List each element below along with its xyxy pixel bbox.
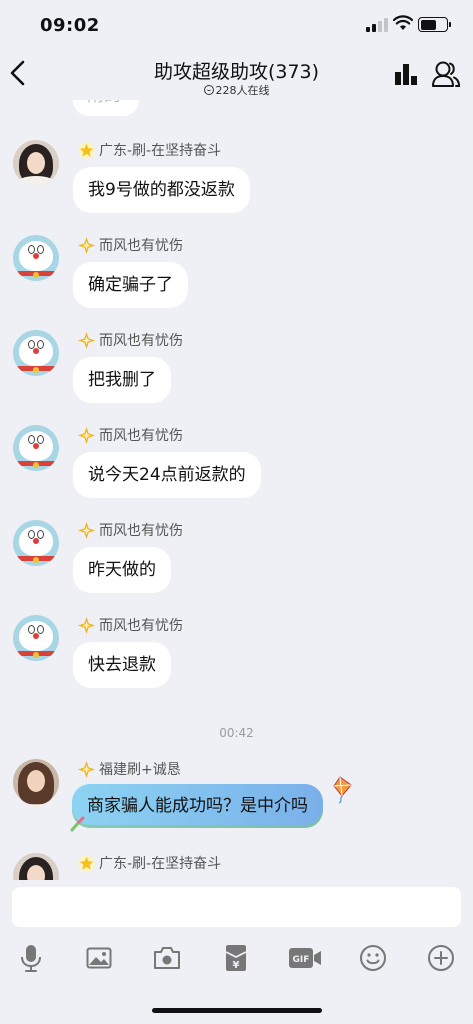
status-time: 09:02 xyxy=(40,15,100,36)
yen-label: ¥ xyxy=(233,960,240,971)
sender-name: 广东-刷-在坚持奋斗 xyxy=(99,143,222,159)
gif-icon[interactable]: GIF xyxy=(286,940,324,976)
girl-avatar[interactable] xyxy=(13,853,59,880)
message-item: 广东-刷-在坚持奋斗 我9号做的都没返款 xyxy=(0,140,473,230)
group-members-icon[interactable] xyxy=(431,60,461,88)
sparkle-badge-icon xyxy=(78,426,95,444)
message-item: 而风也有忧伤 说今天24点前返款的 xyxy=(0,425,473,515)
sender-line: 广东-刷-在坚持奋斗 xyxy=(78,853,221,873)
message-item: 福建刷+诚恳 商家骗人能成功吗？是中介吗 xyxy=(0,759,473,849)
sparkle-badge-icon xyxy=(78,331,95,349)
plus-icon[interactable] xyxy=(423,940,459,976)
sparkle-badge-icon xyxy=(78,236,95,254)
input-toolbar: ¥ GIF xyxy=(0,940,473,976)
sender-name: 而风也有忧伤 xyxy=(99,333,183,349)
stats-icon[interactable] xyxy=(393,62,419,86)
signal-icon xyxy=(366,18,388,32)
message-bubble[interactable]: 说今天24点前返款的 xyxy=(73,452,261,498)
sender-name: 福建刷+诚恳 xyxy=(99,762,181,778)
time-divider: 00:42 xyxy=(219,726,254,740)
wifi-icon xyxy=(393,15,413,30)
sparkle-badge-icon xyxy=(78,521,95,539)
online-count: 228人在线 xyxy=(215,84,270,97)
sender-line: 而风也有忧伤 xyxy=(78,425,183,445)
sender-name: 广东-刷-在坚持奋斗 xyxy=(99,856,222,872)
message-bubble[interactable]: 昨天做的 xyxy=(73,547,171,593)
message-bubble[interactable]: 快去退款 xyxy=(73,642,171,688)
sender-name: 而风也有忧伤 xyxy=(99,618,183,634)
doraemon-avatar[interactable] xyxy=(13,235,59,281)
message-item: 而风也有忧伤 昨天做的 xyxy=(0,520,473,610)
star-badge-icon xyxy=(78,141,95,159)
doraemon-avatar[interactable] xyxy=(13,330,59,376)
doraemon-avatar[interactable] xyxy=(13,520,59,566)
microphone-icon[interactable] xyxy=(13,940,49,976)
paint-icon xyxy=(70,816,85,832)
doraemon-avatar[interactable] xyxy=(13,425,59,471)
woman-avatar[interactable] xyxy=(13,759,59,805)
message-bubble[interactable]: 我9号做的都没返款 xyxy=(73,167,250,213)
sender-line: 而风也有忧伤 xyxy=(78,330,183,350)
online-icon xyxy=(203,85,214,95)
kite-icon xyxy=(333,776,352,804)
home-indicator[interactable] xyxy=(152,1008,322,1013)
star-badge-icon xyxy=(78,854,95,872)
message-bubble[interactable]: 附的 xyxy=(73,100,139,116)
chat-header: 助攻超级助攻(373) 228人在线 xyxy=(0,44,473,100)
chat-message-list[interactable]: 附的 广东-刷-在坚持奋斗 我9号做的都没返款 而风也有忧伤 确定骗子了 而风也… xyxy=(0,100,473,880)
emoji-icon[interactable] xyxy=(355,940,391,976)
doraemon-avatar[interactable] xyxy=(13,615,59,661)
message-bubble[interactable]: 商家骗人能成功吗？是中介吗 xyxy=(72,784,323,828)
sender-name: 而风也有忧伤 xyxy=(99,523,183,539)
sparkle-badge-icon xyxy=(78,616,95,634)
gif-label: GIF xyxy=(293,955,310,965)
message-bubble[interactable]: 确定骗子了 xyxy=(73,262,188,308)
sender-line: 广东-刷-在坚持奋斗 xyxy=(78,140,221,160)
message-input[interactable] xyxy=(12,887,461,927)
sender-line: 而风也有忧伤 xyxy=(78,520,183,540)
message-item: 广东-刷-在坚持奋斗 xyxy=(0,853,473,880)
status-bar: 09:02 xyxy=(0,0,473,48)
image-icon[interactable] xyxy=(81,940,117,976)
girl-avatar[interactable] xyxy=(13,140,59,186)
sender-line: 而风也有忧伤 xyxy=(78,615,183,635)
camera-icon[interactable] xyxy=(149,940,185,976)
sender-name: 而风也有忧伤 xyxy=(99,428,183,444)
red-packet-icon[interactable]: ¥ xyxy=(218,940,254,976)
message-item: 而风也有忧伤 快去退款 xyxy=(0,615,473,705)
sender-line: 福建刷+诚恳 xyxy=(78,759,181,779)
message-item: 而风也有忧伤 把我删了 xyxy=(0,330,473,420)
sender-line: 而风也有忧伤 xyxy=(78,235,183,255)
message-item: 而风也有忧伤 确定骗子了 xyxy=(0,235,473,325)
sender-name: 而风也有忧伤 xyxy=(99,238,183,254)
sparkle-badge-icon xyxy=(78,760,95,778)
battery-icon xyxy=(418,17,451,32)
message-bubble[interactable]: 把我删了 xyxy=(73,357,171,403)
